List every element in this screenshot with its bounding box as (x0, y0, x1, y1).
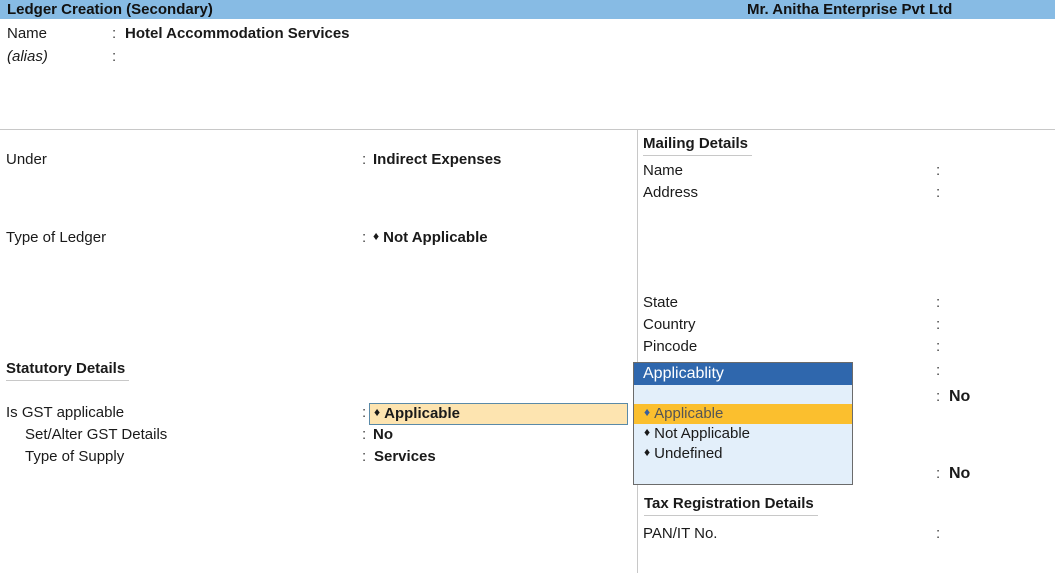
mailing-name-colon: : (936, 162, 941, 179)
under-field[interactable]: Indirect Expenses (373, 151, 501, 169)
under-label: Under (6, 151, 47, 168)
state-colon: : (936, 294, 941, 311)
gst-applicable-field[interactable]: ♦ Applicable (369, 403, 628, 425)
address-field[interactable] (948, 184, 1048, 202)
diamond-bullet-icon: ♦ (644, 445, 651, 459)
set-alter-gst-colon: : (362, 426, 367, 443)
hidden-field-colon-3: : (936, 465, 941, 482)
hidden-field-colon-1: : (936, 362, 941, 379)
diamond-bullet-icon: ♦ (644, 405, 651, 419)
state-field[interactable] (948, 294, 1048, 312)
type-of-supply-label: Type of Supply (25, 448, 125, 465)
window-title: Ledger Creation (Secondary) (7, 1, 213, 18)
alias-field[interactable] (125, 48, 325, 66)
set-alter-gst-label: Set/Alter GST Details (25, 426, 168, 443)
option-label: Not Applicable (654, 425, 751, 442)
alias-colon: : (112, 48, 117, 65)
type-of-ledger-field[interactable]: ♦ Not Applicable (373, 229, 488, 247)
pincode-label: Pincode (643, 338, 698, 355)
applicability-popup: Applicablity ♦ Applicable ♦ Not Applicable… (633, 362, 853, 485)
name-colon: : (112, 25, 117, 42)
option-label: Applicable (654, 405, 724, 422)
hidden-field-colon-2: : (936, 388, 941, 405)
hidden-field-value-1[interactable]: No (949, 388, 970, 406)
alias-label: (alias) (7, 48, 48, 65)
panel-divider (637, 130, 638, 573)
title-bar: Ledger Creation (Secondary) Mr. Anitha E… (0, 0, 1055, 19)
pan-field[interactable] (948, 525, 1048, 543)
pan-colon: : (936, 525, 941, 542)
mailing-name-field[interactable] (948, 162, 1048, 180)
tax-registration-heading: Tax Registration Details (644, 495, 818, 516)
diamond-bullet-icon: ♦ (374, 405, 381, 419)
under-colon: : (362, 151, 367, 168)
header-divider (0, 129, 1055, 130)
diamond-bullet-icon: ♦ (373, 229, 380, 243)
name-field[interactable]: Hotel Accommodation Services (125, 25, 350, 43)
country-field[interactable] (948, 316, 1048, 334)
state-label: State (643, 294, 679, 311)
mailing-name-label: Name (643, 162, 684, 179)
set-alter-gst-field[interactable]: No (373, 426, 393, 444)
popup-option-undefined[interactable]: ♦ Undefined (634, 444, 852, 464)
pincode-field[interactable] (948, 338, 1048, 356)
country-colon: : (936, 316, 941, 333)
address-label: Address (643, 184, 699, 201)
type-of-supply-colon: : (362, 448, 367, 465)
popup-title: Applicablity (634, 363, 852, 385)
type-of-ledger-label: Type of Ledger (6, 229, 107, 246)
name-label: Name (7, 25, 48, 42)
type-of-ledger-colon: : (362, 229, 367, 246)
pincode-colon: : (936, 338, 941, 355)
address-colon: : (936, 184, 941, 201)
gst-applicable-colon: : (362, 404, 367, 421)
gst-applicable-label: Is GST applicable (6, 404, 125, 421)
company-name: Mr. Anitha Enterprise Pvt Ltd (747, 1, 953, 18)
statutory-details-heading: Statutory Details (6, 360, 130, 381)
gst-applicable-value: Applicable (384, 405, 460, 422)
option-label: Undefined (654, 445, 723, 462)
popup-option-applicable[interactable]: ♦ Applicable (634, 404, 852, 424)
country-label: Country (643, 316, 696, 333)
mailing-details-heading: Mailing Details (643, 135, 753, 156)
popup-option-not-applicable[interactable]: ♦ Not Applicable (634, 424, 852, 444)
hidden-field-value-2[interactable]: No (949, 465, 970, 483)
diamond-bullet-icon: ♦ (644, 425, 651, 439)
type-of-supply-field[interactable]: Services (374, 448, 436, 466)
pan-label: PAN/IT No. (643, 525, 718, 542)
type-of-ledger-value: Not Applicable (383, 229, 488, 246)
